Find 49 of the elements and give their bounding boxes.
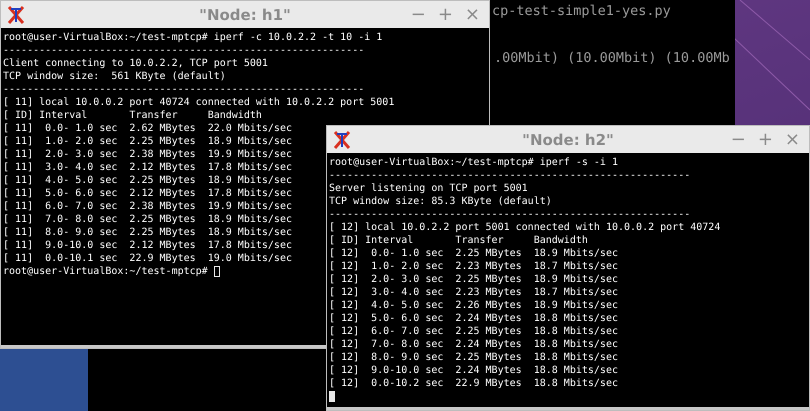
terminal-line: [ 11] 6.0- 7.0 sec 2.38 MBytes 19.9 Mbits/sec <box>3 200 292 213</box>
terminal-line: TCP window size: 85.3 KByte (default) <box>329 195 552 208</box>
terminal-line: [ 12] 0.0-10.2 sec 22.9 MBytes 18.8 Mbits/sec <box>329 377 618 390</box>
terminal-line: Server listening on TCP port 5001 <box>329 182 528 195</box>
terminal-line: [ 11] 0.0- 1.0 sec 2.62 MBytes 22.0 Mbits/sec <box>3 122 292 135</box>
terminal-line: [ ID] Interval Transfer Bandwidth <box>3 109 262 122</box>
terminal-line: [ 12] 2.0- 3.0 sec 2.25 MBytes 18.9 Mbits/sec <box>329 273 618 286</box>
x-logo-icon <box>332 130 352 150</box>
terminal-line: [ 12] 7.0- 8.0 sec 2.24 MBytes 18.8 Mbits/sec <box>329 338 618 351</box>
close-button[interactable]: × <box>460 4 485 24</box>
terminal-line: [ 11] 5.0- 6.0 sec 2.12 MBytes 17.8 Mbits/sec <box>3 187 292 200</box>
terminal-line: TCP window size: 561 KByte (default) <box>3 70 226 83</box>
close-button[interactable]: × <box>780 130 805 150</box>
terminal-line: [ 11] 8.0- 9.0 sec 2.25 MBytes 18.9 Mbits/sec <box>3 226 292 239</box>
terminal-line: [ 12] 1.0- 2.0 sec 2.23 MBytes 18.7 Mbits/sec <box>329 260 618 273</box>
terminal-line: [ 11] local 10.0.0.2 port 40724 connected with 10.0.2.2 port 5001 <box>3 96 394 109</box>
terminal-line: [ 12] local 10.0.2.2 port 5001 connected with 10.0.0.2 port 40724 <box>329 221 720 234</box>
terminal-line: [ 11] 3.0- 4.0 sec 2.12 MBytes 17.8 Mbits/sec <box>3 161 292 174</box>
maximize-button[interactable]: + <box>752 130 778 150</box>
terminal-line: [ 11] 7.0- 8.0 sec 2.25 MBytes 18.9 Mbits/sec <box>3 213 292 226</box>
terminal-line: [ 12] 8.0- 9.0 sec 2.25 MBytes 18.8 Mbits/sec <box>329 351 618 364</box>
terminal-line: [ 11] 0.0-10.1 sec 22.9 MBytes 19.0 Mbits/sec <box>3 252 292 265</box>
terminal-line: [ 12] 3.0- 4.0 sec 2.23 MBytes 18.7 Mbits/sec <box>329 286 618 299</box>
terminal-line: Client connecting to 10.0.2.2, TCP port 5001 <box>3 57 268 70</box>
terminal-line: [ 11] 9.0-10.0 sec 2.12 MBytes 17.8 Mbits/sec <box>3 239 292 252</box>
terminal-line: [ 12] 4.0- 5.0 sec 2.26 MBytes 18.9 Mbits/sec <box>329 299 618 312</box>
minimize-button[interactable]: − <box>406 4 431 24</box>
terminal-line: [ 12] 6.0- 7.0 sec 2.25 MBytes 18.8 Mbits/sec <box>329 325 618 338</box>
terminal-line: [ 11] 1.0- 2.0 sec 2.25 MBytes 18.9 Mbits/sec <box>3 135 292 148</box>
terminal-line: root@user-VirtualBox:~/test-mptcp# iperf -c 10.0.2.2 -t 10 -i 1 <box>3 31 382 44</box>
terminal-line: [ 12] 5.0- 6.0 sec 2.24 MBytes 18.8 Mbits/sec <box>329 312 618 325</box>
terminal-line: [ 11] 4.0- 5.0 sec 2.25 MBytes 18.9 Mbits/sec <box>3 174 292 187</box>
minimize-button[interactable]: − <box>726 130 751 150</box>
terminal-line: root@user-VirtualBox:~/test-mptcp# <box>3 265 208 278</box>
terminal-line: [ 12] 0.0- 1.0 sec 2.25 MBytes 18.9 Mbits/sec <box>329 247 618 260</box>
maximize-button[interactable]: + <box>432 4 458 24</box>
terminal-line: cp-test-simple1-yes.py <box>492 3 671 19</box>
x-logo-icon <box>6 4 26 24</box>
window-title: "Node: h1" <box>199 6 291 24</box>
terminal-line: [ ID] Interval Transfer Bandwidth <box>329 234 588 247</box>
terminal-line: [ 11] 2.0- 3.0 sec 2.38 MBytes 19.9 Mbits/sec <box>3 148 292 161</box>
terminal-line: ------------------------------------------------------------ <box>3 44 364 57</box>
terminal-line: .00Mbit) (10.00Mbit) (10.00Mb <box>494 50 730 66</box>
terminal-line: ------------------------------------------------------------ <box>329 169 690 182</box>
terminal-line: [ 12] 9.0-10.0 sec 2.24 MBytes 18.8 Mbits/sec <box>329 364 618 377</box>
window-title: "Node: h2" <box>522 130 614 148</box>
terminal-line: root@user-VirtualBox:~/test-mptcp# iperf -s -i 1 <box>329 156 618 169</box>
terminal-line: ------------------------------------------------------------ <box>329 208 690 221</box>
terminal-line: ------------------------------------------------------------ <box>3 83 364 96</box>
